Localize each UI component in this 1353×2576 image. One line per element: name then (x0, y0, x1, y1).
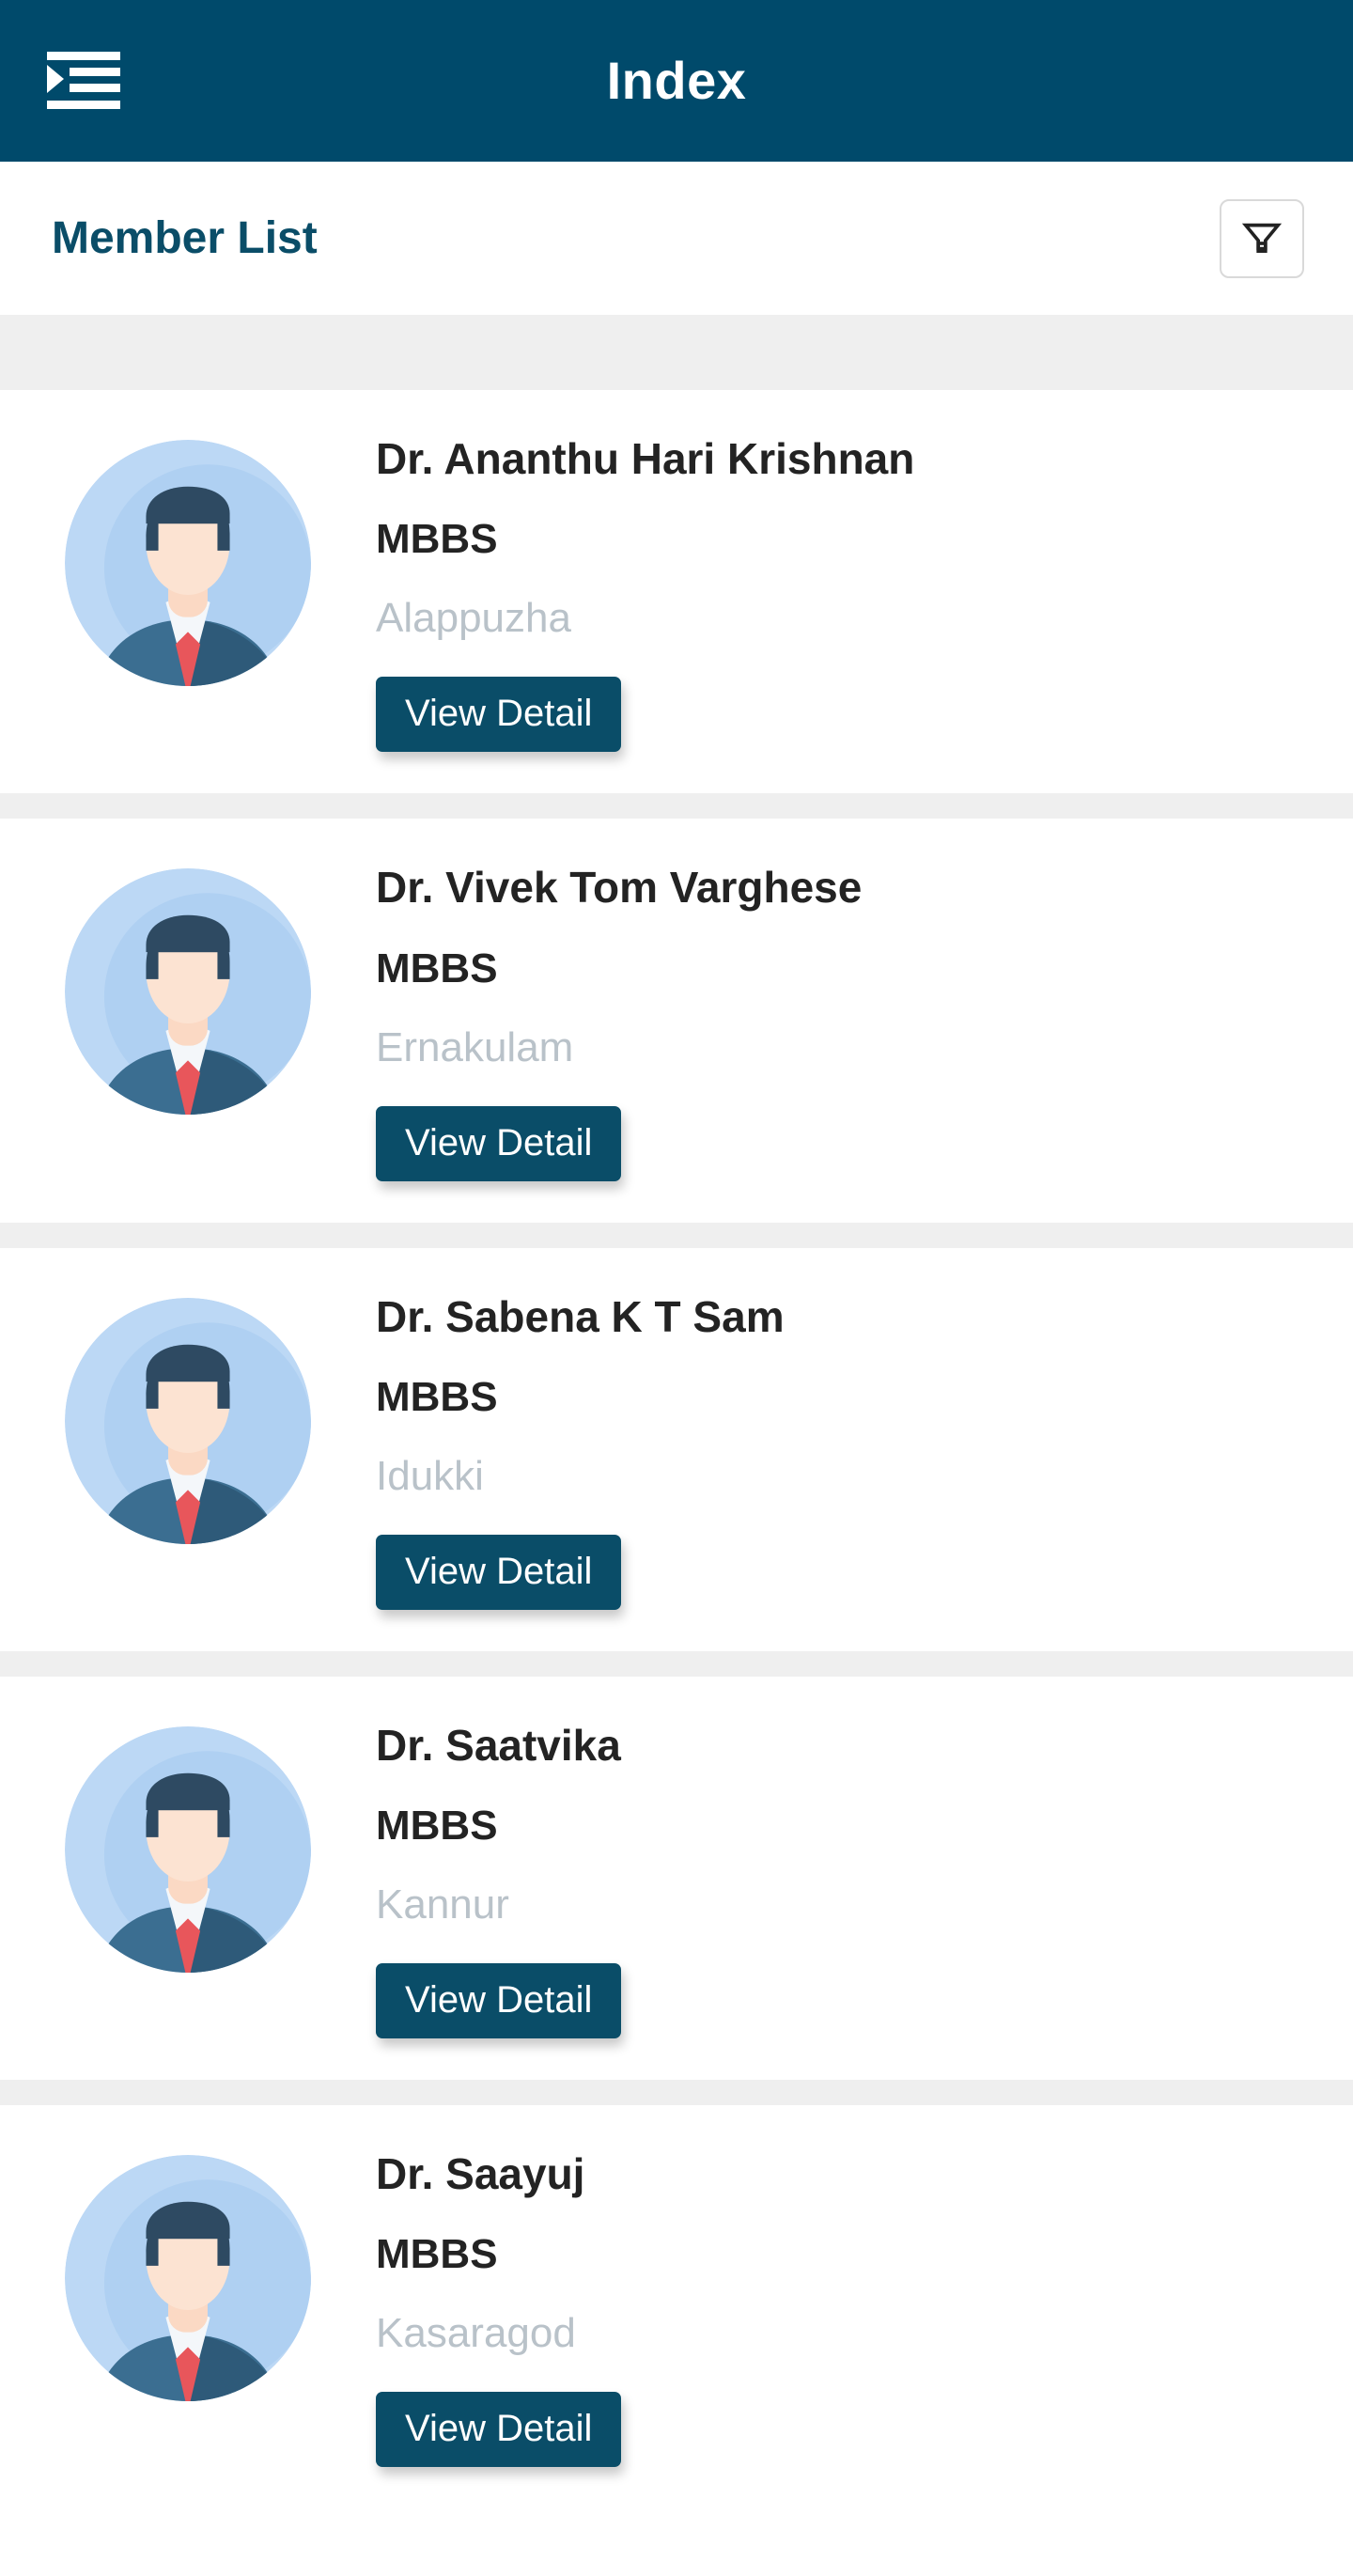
member-place: Idukki (376, 1452, 484, 1499)
member-info: Dr. Ananthu Hari Krishnan MBBS Alappuzha… (376, 434, 1353, 753)
member-info: Dr. Saatvika MBBS Kannur View Detail (376, 1720, 1353, 2039)
page-title: Index (606, 51, 747, 110)
avatar-container (0, 1721, 376, 1973)
member-place: Kasaragod (376, 2310, 576, 2357)
member-card[interactable]: Dr. Ananthu Hari Krishnan MBBS Alappuzha… (0, 390, 1353, 794)
member-list-heading: Member List (52, 212, 318, 263)
avatar-container (0, 434, 376, 686)
view-detail-button[interactable]: View Detail (376, 1963, 622, 2039)
view-detail-button[interactable]: View Detail (376, 677, 622, 753)
hamburger-indent-icon (47, 52, 120, 109)
filter-button[interactable] (1220, 198, 1304, 278)
member-card[interactable]: Dr. Vivek Tom Varghese MBBS Ernakulam Vi… (0, 819, 1353, 1223)
user-avatar-icon (65, 1725, 311, 1973)
member-info: Dr. Sabena K T Sam MBBS Idukki View Deta… (376, 1292, 1353, 1610)
member-info: Dr. Saayuj MBBS Kasaragod View Detail (376, 2149, 1353, 2468)
card-separator (0, 1222, 1353, 1248)
member-qualification: MBBS (376, 2231, 498, 2278)
app-bar: Index (0, 0, 1353, 162)
avatar-container (0, 863, 376, 1116)
member-name: Dr. Ananthu Hari Krishnan (376, 434, 915, 483)
member-info: Dr. Vivek Tom Varghese MBBS Ernakulam Vi… (376, 863, 1353, 1181)
avatar-container (0, 2149, 376, 2402)
sub-header: Member List (0, 162, 1353, 315)
member-place: Alappuzha (376, 595, 571, 642)
member-name: Dr. Saayuj (376, 2149, 585, 2199)
member-card[interactable]: Dr. Saayuj MBBS Kasaragod View Detail (0, 2105, 1353, 2509)
member-name: Dr. Vivek Tom Varghese (376, 863, 863, 913)
member-card[interactable]: Dr. Saatvika MBBS Kannur View Detail (0, 1676, 1353, 2081)
user-avatar-icon (65, 440, 311, 686)
member-place: Kannur (376, 1881, 509, 1928)
card-separator (0, 793, 1353, 820)
member-qualification: MBBS (376, 1803, 498, 1850)
user-avatar-icon (65, 868, 311, 1116)
member-card[interactable]: Dr. Sabena K T Sam MBBS Idukki View Deta… (0, 1247, 1353, 1651)
member-qualification: MBBS (376, 516, 498, 563)
member-qualification: MBBS (376, 1373, 498, 1420)
view-detail-button[interactable]: View Detail (376, 1534, 622, 1610)
view-detail-button[interactable]: View Detail (376, 1105, 622, 1181)
view-detail-button[interactable]: View Detail (376, 2392, 622, 2468)
user-avatar-icon (65, 1297, 311, 1544)
menu-button[interactable] (47, 47, 122, 115)
filter-funnel-icon (1241, 223, 1283, 253)
member-qualification: MBBS (376, 945, 498, 991)
user-avatar-icon (65, 2155, 311, 2402)
card-separator (0, 2080, 1353, 2106)
member-place: Ernakulam (376, 1023, 574, 1070)
section-separator (0, 315, 1353, 390)
member-name: Dr. Saatvika (376, 1720, 621, 1770)
member-name: Dr. Sabena K T Sam (376, 1291, 785, 1341)
card-separator (0, 1650, 1353, 1677)
avatar-container (0, 1292, 376, 1544)
